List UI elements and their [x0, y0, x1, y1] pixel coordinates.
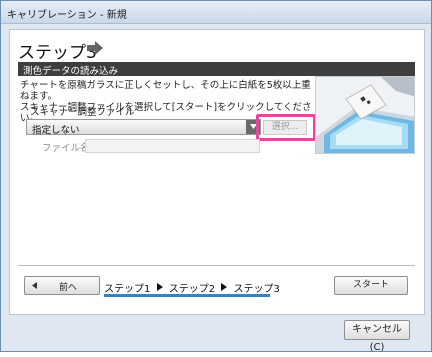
section-header: 測色データの読み込み — [18, 62, 415, 77]
step-item: ステップ1 — [104, 284, 151, 295]
step-indicator: ステップ1 ステップ2 ステップ3 — [104, 280, 280, 295]
step-item: ステップ2 — [168, 284, 216, 295]
instruction-line: チャートを原稿ガラスに正しくセットし、その上に白紙を5枚以上重ねます。 — [20, 80, 311, 102]
arrow-right-icon — [154, 282, 166, 293]
window-title: キャリブレーション - 新規 — [7, 10, 127, 21]
scanner-file-label: スキャナー調整ファイル — [30, 107, 135, 118]
scanner-illustration — [315, 76, 415, 154]
prev-button[interactable]: 前へ — [24, 276, 100, 295]
highlight-frame — [256, 114, 316, 141]
divider — [18, 265, 415, 266]
step-title: ステップ3 — [18, 43, 97, 63]
dropdown-selected-value: 指定しない — [32, 125, 80, 136]
file-name-field[interactable] — [85, 139, 260, 153]
arrow-right-icon — [87, 41, 103, 55]
section-title: 測色データの読み込み — [23, 66, 119, 77]
scanner-file-dropdown[interactable]: 指定しない — [26, 119, 261, 136]
step-item: ステップ3 — [233, 284, 280, 295]
scanner-illustration-graphic — [316, 77, 414, 153]
start-button[interactable]: スタート — [334, 276, 408, 295]
step-progress-bar — [104, 294, 270, 297]
title-bar[interactable]: キャリブレーション - 新規 — [1, 1, 431, 24]
prev-button-label: 前へ — [59, 283, 78, 293]
cancel-button[interactable]: キャンセル(C) — [344, 320, 410, 353]
triangle-left-icon — [32, 282, 37, 289]
file-name-label: ファイル名 — [42, 143, 90, 154]
arrow-right-icon — [218, 282, 230, 293]
